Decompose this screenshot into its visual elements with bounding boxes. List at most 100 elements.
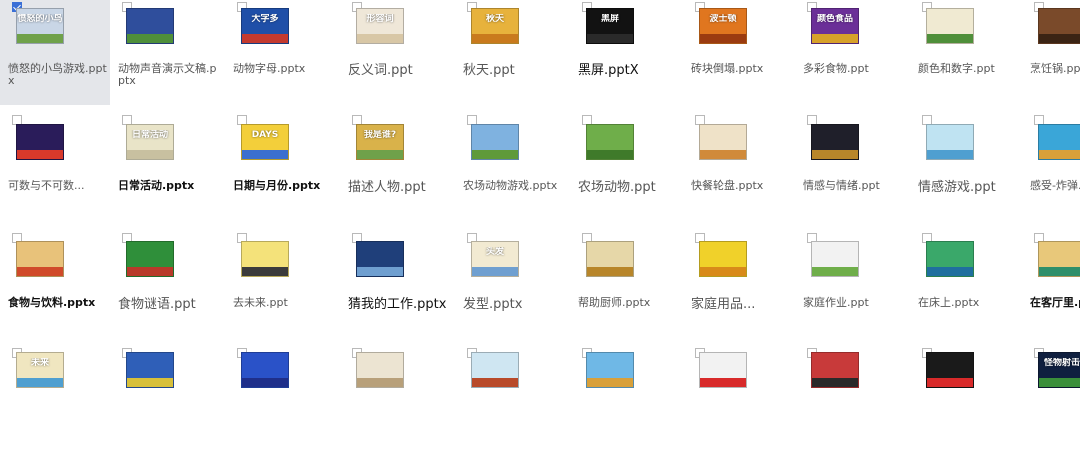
file-item[interactable]: 未来 [0, 348, 110, 453]
file-thumbnail[interactable] [926, 241, 974, 277]
file-item[interactable]: 情感与情绪.ppt [795, 115, 905, 223]
file-name[interactable]: 农场动物.ppt [578, 180, 678, 196]
file-item[interactable] [225, 348, 335, 453]
file-thumbnail[interactable] [471, 124, 519, 160]
file-name[interactable]: 食物与饮料.pptx [8, 297, 108, 309]
file-item[interactable]: 情感游戏.ppt [910, 115, 1020, 223]
file-name[interactable]: 情感游戏.ppt [918, 180, 1018, 196]
file-thumbnail[interactable] [471, 352, 519, 388]
file-item[interactable]: 烹饪锅.pptx [1022, 0, 1080, 105]
file-thumbnail[interactable]: 黑屏 [586, 8, 634, 44]
file-name[interactable]: 农场动物游戏.pptx [463, 180, 563, 192]
file-item[interactable]: 快餐轮盘.pptx [683, 115, 793, 223]
file-item[interactable] [910, 348, 1020, 453]
file-name[interactable]: 动物声音演示文稿.pptx [118, 63, 218, 87]
file-name[interactable]: 日期与月份.pptx [233, 180, 333, 192]
file-thumbnail[interactable]: 日常活动 [126, 124, 174, 160]
file-item[interactable]: 食物谜语.ppt [110, 233, 220, 340]
file-item[interactable]: 在客厅里.pptx [1022, 233, 1080, 340]
file-name[interactable]: 烹饪锅.pptx [1030, 63, 1080, 75]
file-thumbnail[interactable] [356, 241, 404, 277]
file-item[interactable]: 家庭作业.ppt [795, 233, 905, 340]
file-name[interactable]: 可数与不可数... [8, 180, 108, 192]
file-thumbnail[interactable]: 我是谁? [356, 124, 404, 160]
file-thumbnail[interactable] [811, 352, 859, 388]
file-thumbnail[interactable]: 大字多 [241, 8, 289, 44]
file-item[interactable]: 感受-炸弹... [1022, 115, 1080, 223]
file-item[interactable]: 农场动物.ppt [570, 115, 680, 223]
file-thumbnail[interactable] [126, 8, 174, 44]
file-item[interactable]: 秋天秋天.ppt [455, 0, 565, 105]
file-thumbnail[interactable]: 形容词 [356, 8, 404, 44]
file-name[interactable]: 颜色和数字.ppt [918, 63, 1018, 75]
file-thumbnail[interactable] [926, 8, 974, 44]
file-item[interactable]: 颜色和数字.ppt [910, 0, 1020, 105]
file-item[interactable] [683, 348, 793, 453]
file-item[interactable] [455, 348, 565, 453]
file-name[interactable]: 快餐轮盘.pptx [691, 180, 791, 192]
file-name[interactable]: 黑屏.pptX [578, 63, 678, 79]
file-thumbnail[interactable]: 头发 [471, 241, 519, 277]
file-thumbnail[interactable]: DAYS [241, 124, 289, 160]
file-thumbnail[interactable] [586, 241, 634, 277]
file-name[interactable]: 愤怒的小鸟游戏.pptx [8, 63, 108, 87]
file-thumbnail[interactable] [241, 352, 289, 388]
file-item[interactable]: 形容词反义词.ppt [340, 0, 450, 105]
file-item[interactable]: 怪物射击 [1022, 348, 1080, 453]
file-thumbnail[interactable] [16, 241, 64, 277]
file-item[interactable]: 大字多动物字母.pptx [225, 0, 335, 105]
file-name[interactable]: 日常活动.pptx [118, 180, 218, 192]
file-thumbnail[interactable] [926, 124, 974, 160]
file-thumbnail[interactable] [811, 124, 859, 160]
file-name[interactable]: 猜我的工作.pptx [348, 297, 448, 313]
file-item[interactable]: 去未来.ppt [225, 233, 335, 340]
file-item[interactable]: 黑屏黑屏.pptX [570, 0, 680, 105]
file-thumbnail[interactable]: 愤怒的小鸟 [16, 8, 64, 44]
file-thumbnail[interactable] [699, 124, 747, 160]
file-thumbnail[interactable] [241, 241, 289, 277]
file-name[interactable]: 食物谜语.ppt [118, 297, 218, 313]
file-name[interactable]: 家庭作业.ppt [803, 297, 903, 309]
file-item[interactable]: 我是谁? 描述人物.ppt [340, 115, 450, 223]
file-thumbnail[interactable] [1038, 241, 1080, 277]
file-item[interactable]: 可数与不可数... [0, 115, 110, 223]
file-item[interactable]: 家庭用品... [683, 233, 793, 340]
file-item[interactable]: 动物声音演示文稿.pptx [110, 0, 220, 105]
file-thumbnail[interactable] [586, 352, 634, 388]
file-thumbnail[interactable] [926, 352, 974, 388]
file-name[interactable]: 在床上.pptx [918, 297, 1018, 309]
file-name[interactable]: 多彩食物.ppt [803, 63, 903, 75]
file-thumbnail[interactable]: 未来 [16, 352, 64, 388]
file-item[interactable]: 在床上.pptx [910, 233, 1020, 340]
file-item[interactable]: 食物与饮料.pptx [0, 233, 110, 340]
file-item[interactable] [110, 348, 220, 453]
file-thumbnail[interactable] [1038, 124, 1080, 160]
file-item[interactable]: 头发发型.pptx [455, 233, 565, 340]
file-thumbnail[interactable] [126, 241, 174, 277]
file-name[interactable]: 帮助厨师.pptx [578, 297, 678, 309]
file-name[interactable]: 砖块倒塌.pptx [691, 63, 791, 75]
file-item[interactable] [795, 348, 905, 453]
file-thumbnail[interactable]: 秋天 [471, 8, 519, 44]
file-name[interactable]: 家庭用品... [691, 297, 791, 313]
file-name[interactable]: 动物字母.pptx [233, 63, 333, 75]
file-name[interactable]: 描述人物.ppt [348, 180, 448, 196]
file-thumbnail[interactable]: 怪物射击 [1038, 352, 1080, 388]
file-item[interactable] [340, 348, 450, 453]
file-thumbnail[interactable] [1038, 8, 1080, 44]
file-name[interactable]: 去未来.ppt [233, 297, 333, 309]
file-item[interactable]: 农场动物游戏.pptx [455, 115, 565, 223]
file-item[interactable]: 颜色食品 多彩食物.ppt [795, 0, 905, 105]
file-thumbnail[interactable] [16, 124, 64, 160]
file-item[interactable] [570, 348, 680, 453]
file-item[interactable]: DAYS 日期与月份.pptx [225, 115, 335, 223]
file-thumbnail[interactable] [586, 124, 634, 160]
file-name[interactable]: 秋天.ppt [463, 63, 563, 79]
file-thumbnail[interactable] [699, 352, 747, 388]
file-thumbnail[interactable] [356, 352, 404, 388]
file-item[interactable]: 日常活动日常活动.pptx [110, 115, 220, 223]
file-thumbnail[interactable]: 波士顿 [699, 8, 747, 44]
file-thumbnail[interactable] [126, 352, 174, 388]
file-name[interactable]: 发型.pptx [463, 297, 563, 313]
file-name[interactable]: 反义词.ppt [348, 63, 448, 79]
